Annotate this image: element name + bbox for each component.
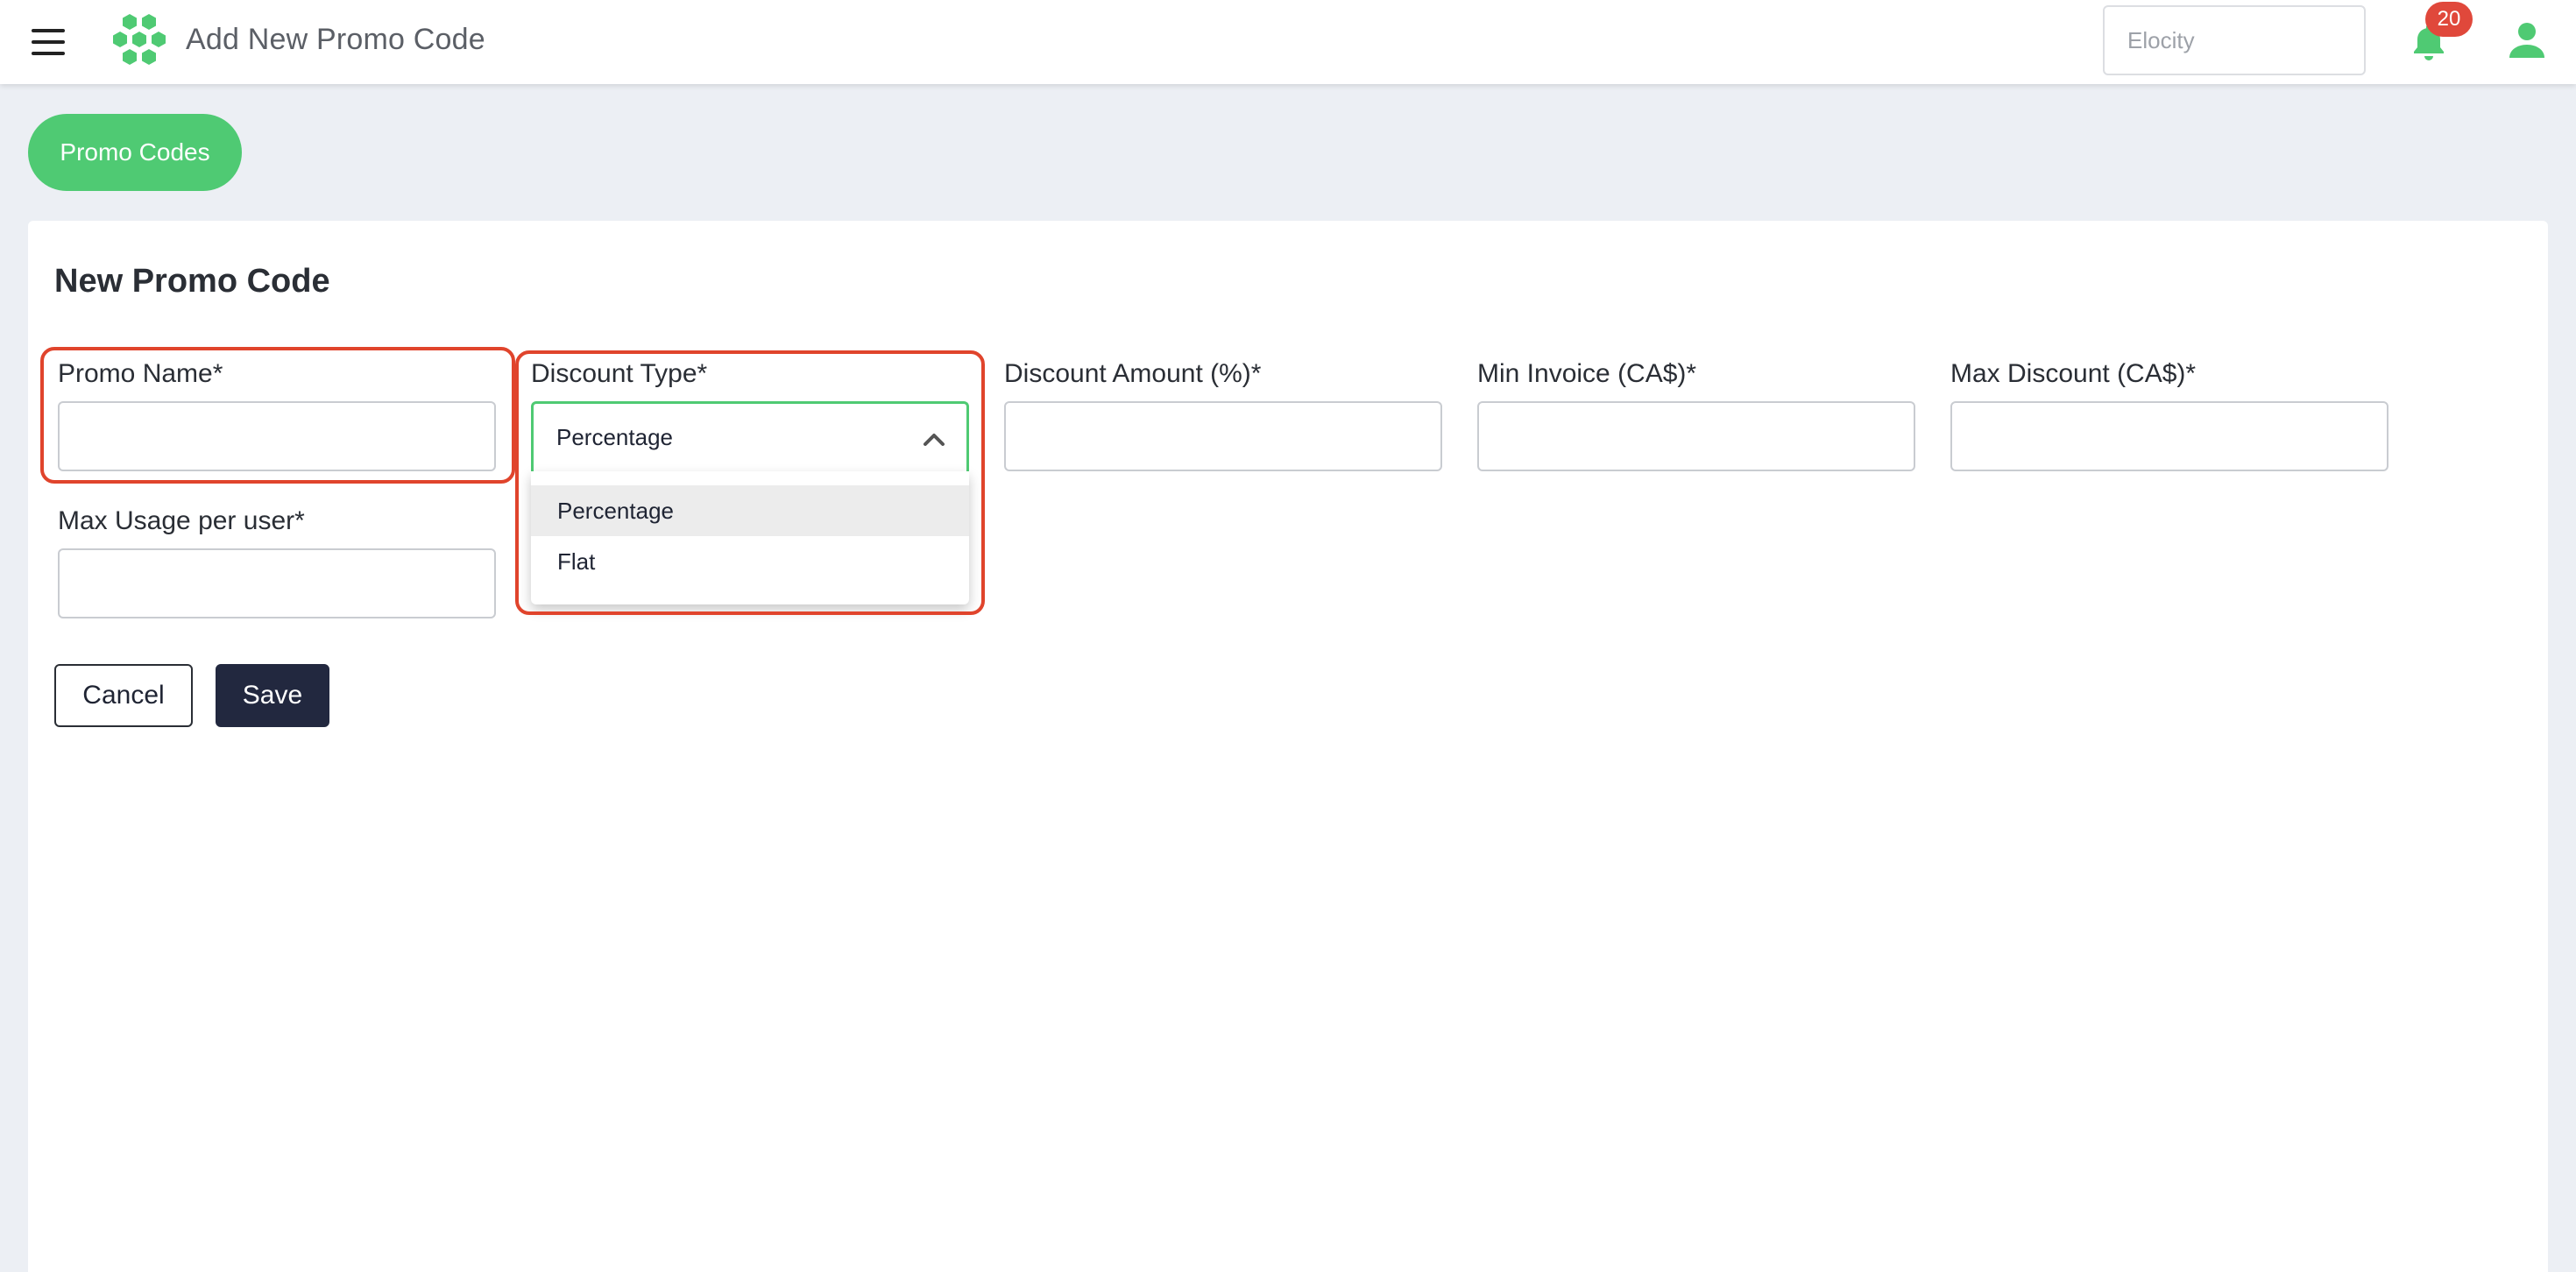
min-invoice-label: Min Invoice (CA$)* xyxy=(1477,359,1697,388)
promo-name-label: Promo Name* xyxy=(58,359,223,388)
promo-name-input[interactable] xyxy=(58,401,496,471)
page-title: Add New Promo Code xyxy=(186,23,485,56)
save-button[interactable]: Save xyxy=(216,664,329,727)
discount-type-selected-value: Percentage xyxy=(556,424,673,450)
min-invoice-input[interactable] xyxy=(1477,401,1915,471)
hexagon-cluster-logo-icon[interactable] xyxy=(110,12,168,68)
discount-type-select[interactable]: Percentage xyxy=(531,401,969,471)
discount-type-dropdown: Percentage Flat xyxy=(531,471,969,604)
form-title: New Promo Code xyxy=(54,263,330,300)
max-discount-label: Max Discount (CA$)* xyxy=(1950,359,2197,388)
cancel-button[interactable]: Cancel xyxy=(54,664,193,727)
user-icon[interactable] xyxy=(2508,21,2546,60)
organization-selector[interactable]: Elocity xyxy=(2103,5,2366,75)
chevron-up-icon[interactable] xyxy=(921,427,947,451)
max-usage-label: Max Usage per user* xyxy=(58,506,305,535)
discount-type-option-percentage[interactable]: Percentage xyxy=(531,485,969,536)
discount-amount-input[interactable] xyxy=(1004,401,1442,471)
max-discount-input[interactable] xyxy=(1950,401,2388,471)
new-promo-code-card: New Promo Code Promo Name* Discount Type… xyxy=(28,221,2548,1272)
hamburger-menu-icon[interactable] xyxy=(30,25,67,60)
discount-type-option-flat[interactable]: Flat xyxy=(531,536,969,587)
discount-amount-label: Discount Amount (%)* xyxy=(1004,359,1262,388)
max-usage-input[interactable] xyxy=(58,548,496,618)
top-bar: Add New Promo Code Elocity 20 xyxy=(0,0,2576,84)
discount-type-label: Discount Type* xyxy=(531,359,708,388)
promo-codes-button[interactable]: Promo Codes xyxy=(28,114,242,191)
notification-count-badge: 20 xyxy=(2425,2,2473,37)
